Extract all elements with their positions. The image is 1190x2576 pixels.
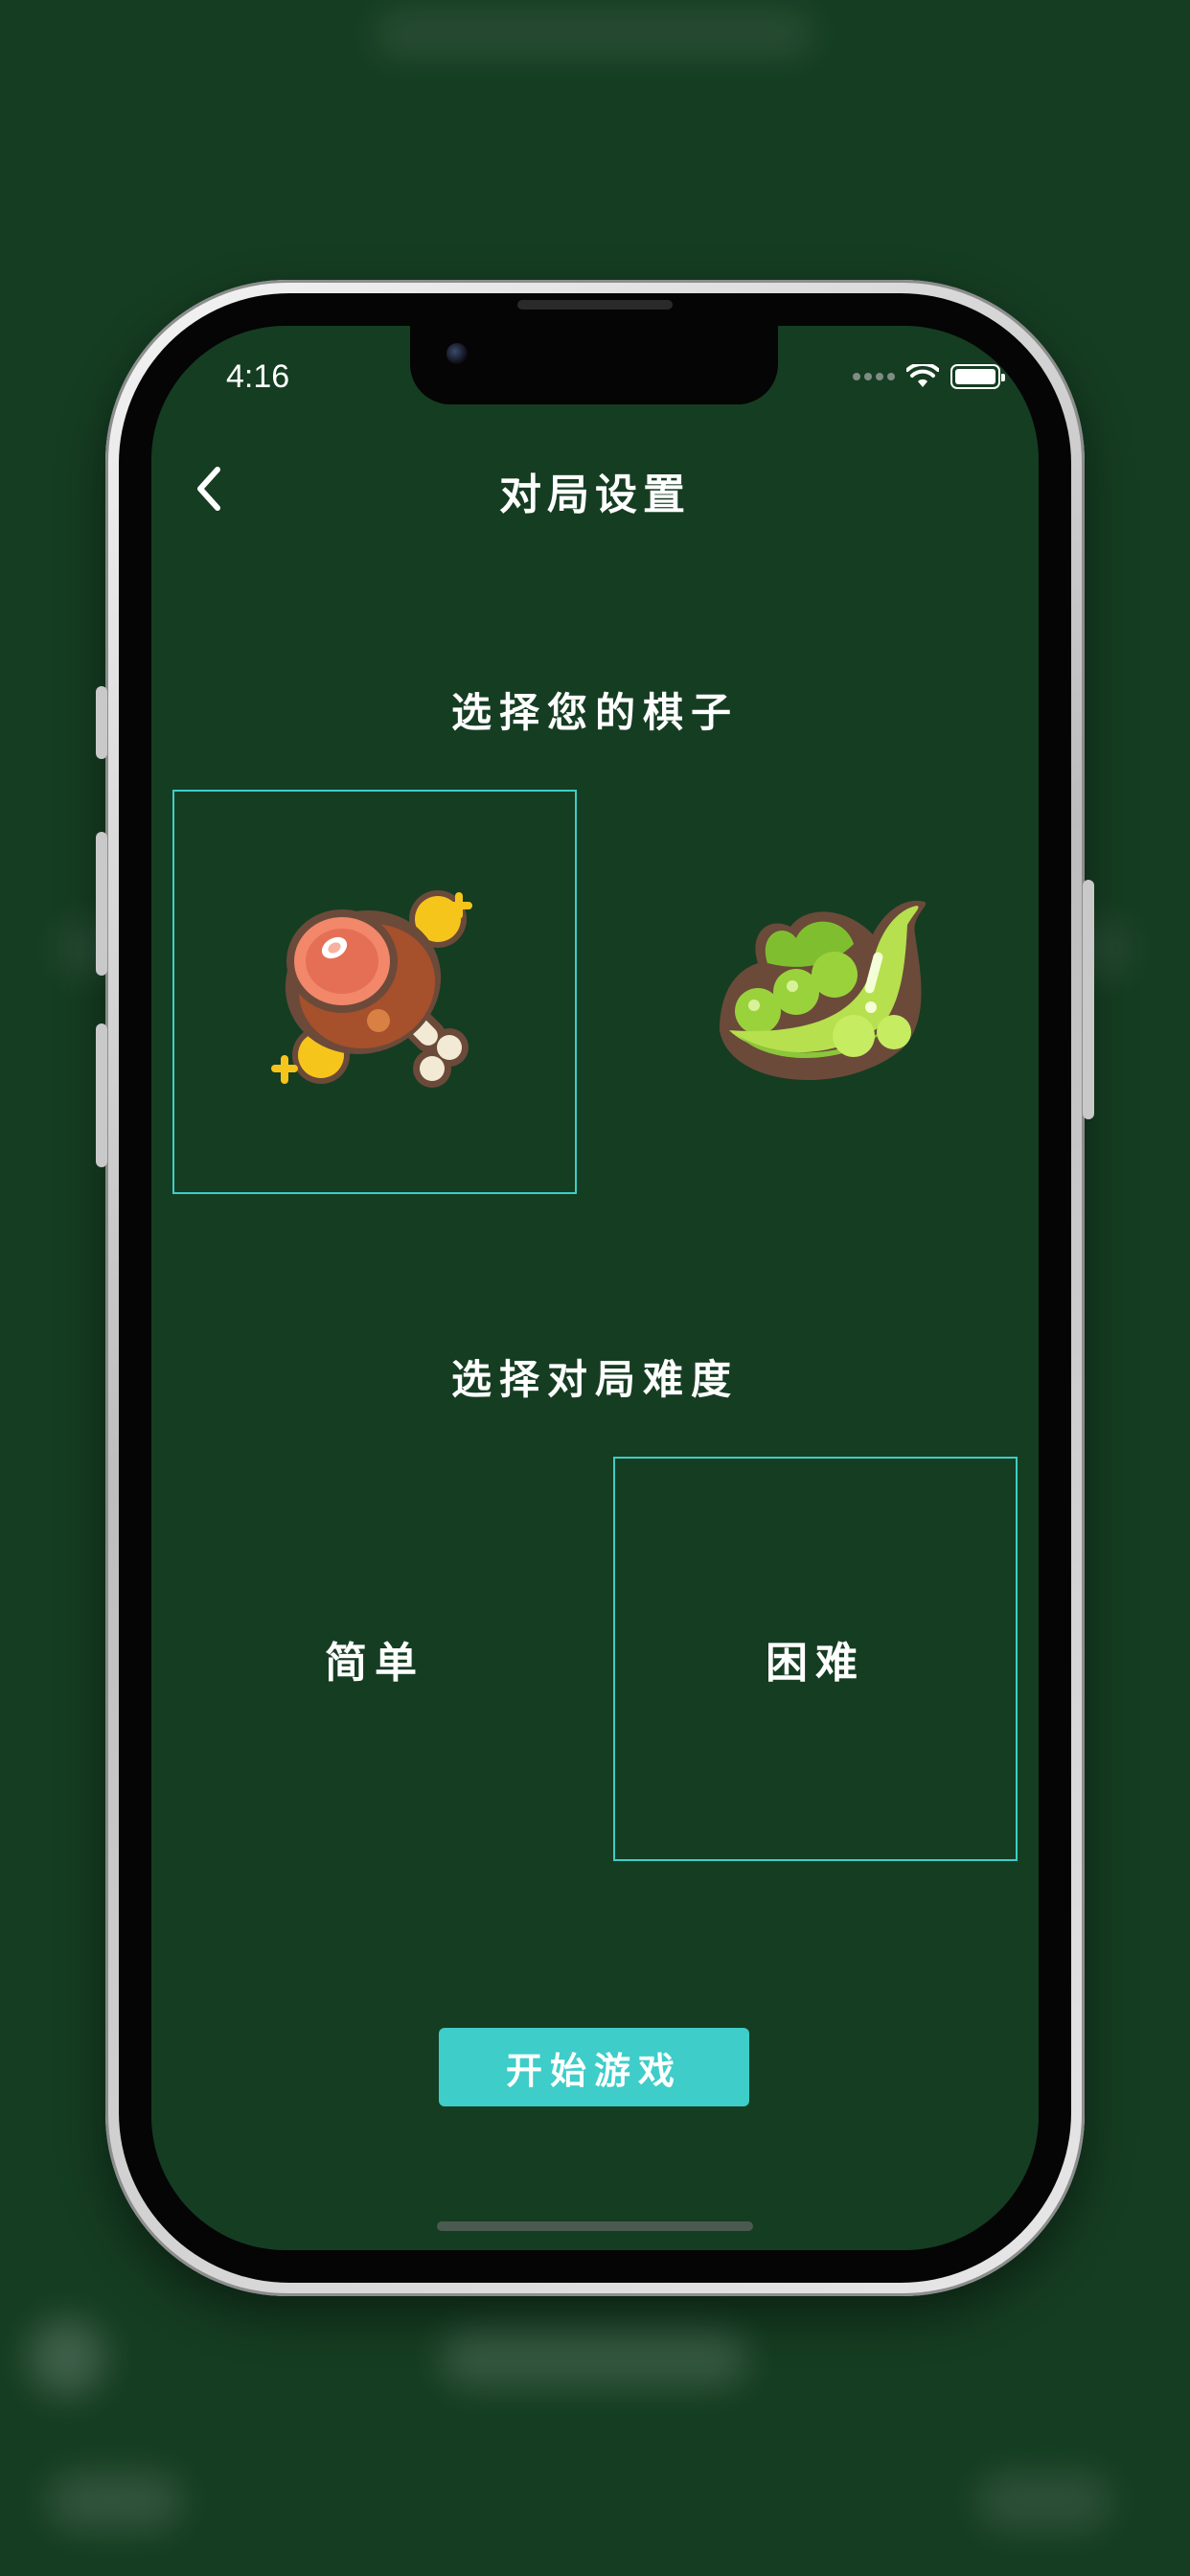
difficulty-hard-option[interactable]: 困难 xyxy=(613,1457,1018,1861)
home-indicator xyxy=(437,2221,753,2231)
stage: 4:16 对局设置 选择您的棋子 选择对局难度 简单 困难 开始游戏 xyxy=(0,0,1190,2576)
pea-pod-icon xyxy=(720,900,927,1081)
background-blur-bottom-left xyxy=(29,2319,105,2396)
screen: 4:16 对局设置 选择您的棋子 选择对局难度 简单 困难 开始游戏 xyxy=(151,326,1039,2250)
battery-icon xyxy=(950,364,1005,389)
ham-leg-icon xyxy=(271,890,472,1088)
background-blur-bottom-right xyxy=(977,2472,1111,2530)
status-time: 4:16 xyxy=(226,358,290,395)
background-blur-bottom-row xyxy=(48,2472,182,2530)
piece-option-ham[interactable] xyxy=(172,790,577,1194)
difficulty-easy-option[interactable]: 简单 xyxy=(172,1457,577,1861)
volume-down-button xyxy=(96,1024,107,1167)
difficulty-hard-label: 困难 xyxy=(766,1639,865,1688)
volume-up-button xyxy=(96,832,107,976)
difficulty-easy-label: 简单 xyxy=(325,1639,424,1688)
background-blur-bottom-mid xyxy=(441,2329,747,2386)
background-blur-top xyxy=(374,10,814,58)
piece-section-title: 选择您的棋子 xyxy=(450,689,739,736)
notch xyxy=(410,326,778,404)
status-icons xyxy=(853,364,1005,389)
cellular-signal-icon xyxy=(853,373,895,380)
earpiece-speaker xyxy=(517,300,673,310)
mute-switch xyxy=(96,686,107,759)
front-camera xyxy=(446,343,468,364)
difficulty-section-title: 选择对局难度 xyxy=(450,1356,739,1403)
piece-option-pea[interactable] xyxy=(613,790,1018,1194)
page-title: 对局设置 xyxy=(499,471,691,519)
power-button xyxy=(1083,880,1094,1119)
start-game-button[interactable]: 开始游戏 xyxy=(439,2028,749,2106)
wifi-icon xyxy=(906,364,939,387)
